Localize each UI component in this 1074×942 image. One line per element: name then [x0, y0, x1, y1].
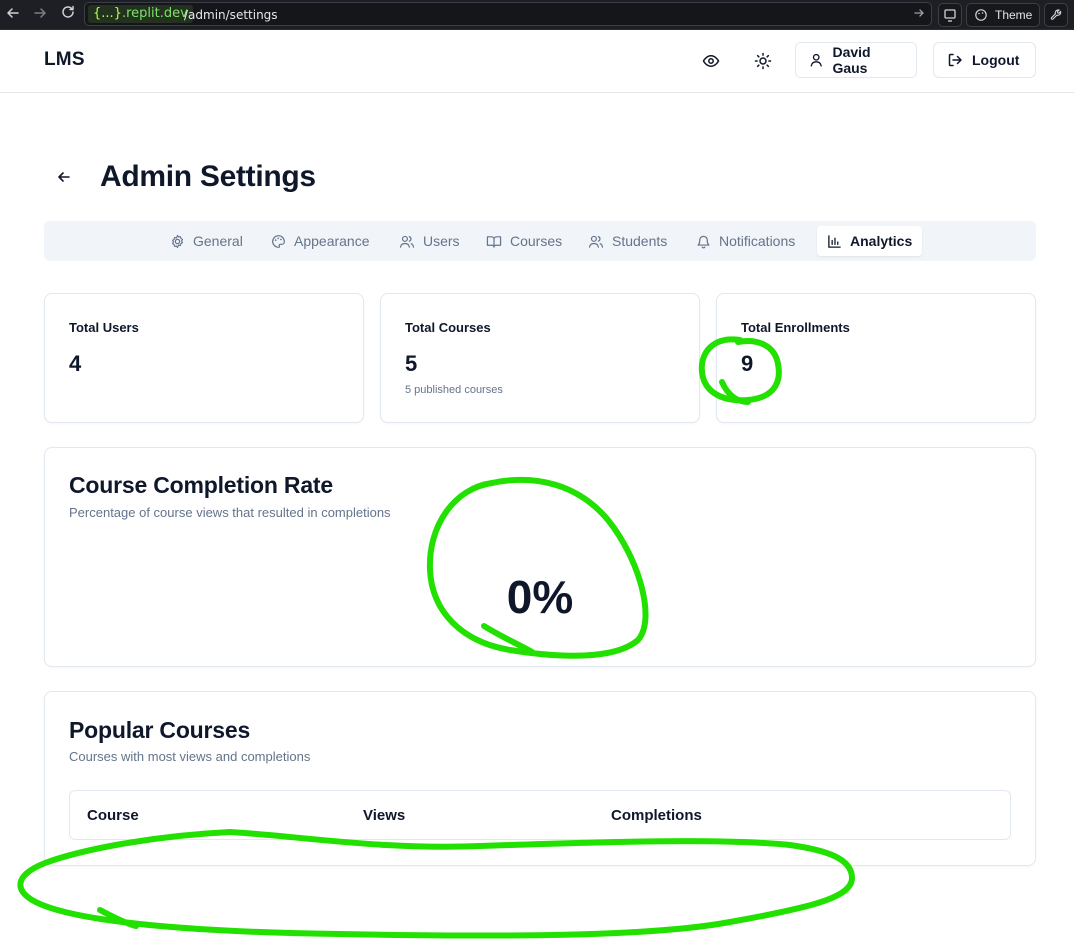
address-bar[interactable]: {...}.replit.dev /admin/settings	[84, 2, 932, 26]
stat-value: 5	[405, 351, 418, 376]
tab-students[interactable]: Students	[578, 226, 677, 256]
tab-label: Notifications	[719, 233, 796, 249]
completion-rate-value: 0%	[506, 571, 574, 623]
eye-icon	[702, 55, 720, 67]
completion-rate-card: Course Completion Rate Percentage of cou…	[44, 447, 1036, 667]
stat-label: Total Users	[69, 320, 139, 335]
stat-card-total-enrollments: Total Enrollments 9	[716, 293, 1036, 423]
tab-general[interactable]: General	[160, 226, 253, 256]
tab-label: Students	[612, 233, 668, 249]
theme-button[interactable]: Theme	[966, 3, 1040, 27]
stat-card-total-users: Total Users 4	[44, 293, 364, 423]
brand-logo[interactable]: LMS	[44, 49, 85, 71]
user-name: David Gaus	[832, 44, 871, 76]
section-title: Course Completion Rate	[69, 472, 333, 498]
go-arrow-icon[interactable]	[913, 6, 925, 24]
tab-users[interactable]: Users	[389, 226, 470, 256]
column-header-completions[interactable]: Completions	[611, 807, 702, 824]
sun-icon	[754, 52, 772, 70]
bell-icon	[697, 235, 710, 248]
arrow-left-icon	[58, 172, 70, 182]
section-subtitle: Courses with most views and completions	[69, 749, 311, 764]
users-icon	[399, 235, 415, 248]
bar-chart-icon	[828, 234, 841, 248]
monitor-icon	[944, 9, 956, 22]
tab-label: General	[193, 233, 243, 249]
popular-courses-card: Popular Courses Courses with most views …	[44, 691, 1036, 866]
tab-label: Users	[423, 233, 460, 249]
app-header: LMS David Gaus Logout	[0, 30, 1074, 93]
back-icon[interactable]	[2, 4, 24, 26]
tab-analytics[interactable]: Analytics	[817, 226, 923, 256]
palette-icon	[975, 9, 987, 21]
stat-label: Total Enrollments	[741, 320, 850, 335]
wrench-icon	[1050, 9, 1062, 20]
logout-label: Logout	[972, 52, 1020, 68]
logout-button[interactable]: Logout	[933, 42, 1036, 78]
settings-tabs: General Appearance Users Courses Student…	[44, 221, 1036, 261]
tab-label: Courses	[510, 233, 563, 249]
forward-icon[interactable]	[29, 4, 51, 26]
popular-courses-table: Course Views Completions	[69, 790, 1011, 840]
browser-toolbar: {...}.replit.dev /admin/settings Theme	[0, 0, 1074, 30]
palette-icon	[272, 234, 285, 248]
stat-value: 9	[741, 351, 754, 376]
reload-icon[interactable]	[57, 4, 79, 26]
section-title: Popular Courses	[69, 717, 251, 743]
devices-button[interactable]	[938, 3, 962, 27]
user-icon	[810, 53, 822, 67]
column-header-course[interactable]: Course	[87, 807, 139, 824]
back-button[interactable]	[54, 167, 74, 187]
preview-button[interactable]	[698, 49, 724, 73]
logout-icon	[948, 53, 962, 67]
stat-label: Total Courses	[405, 320, 491, 335]
column-header-views[interactable]: Views	[363, 807, 405, 824]
theme-label: Theme	[995, 8, 1033, 22]
page-title: Admin Settings	[100, 160, 316, 193]
url-path: /admin/settings	[184, 8, 278, 22]
section-subtitle: Percentage of course views that resulted…	[69, 505, 391, 520]
stat-subtext: 5 published courses	[405, 384, 503, 396]
stat-card-total-courses: Total Courses 5 5 published courses	[380, 293, 700, 423]
users-icon	[588, 235, 604, 248]
tab-label: Appearance	[294, 233, 370, 249]
url-domain: {...}.replit.dev	[88, 5, 193, 23]
tab-courses[interactable]: Courses	[476, 226, 572, 256]
book-open-icon	[486, 235, 502, 248]
theme-toggle-button[interactable]	[750, 49, 776, 73]
tab-label: Analytics	[850, 233, 913, 249]
gear-icon	[171, 234, 184, 248]
tab-appearance[interactable]: Appearance	[261, 226, 380, 256]
stat-value: 4	[69, 351, 82, 376]
user-profile-button[interactable]: David Gaus	[795, 42, 917, 78]
tab-notifications[interactable]: Notifications	[686, 226, 805, 256]
tools-button[interactable]	[1044, 3, 1068, 27]
